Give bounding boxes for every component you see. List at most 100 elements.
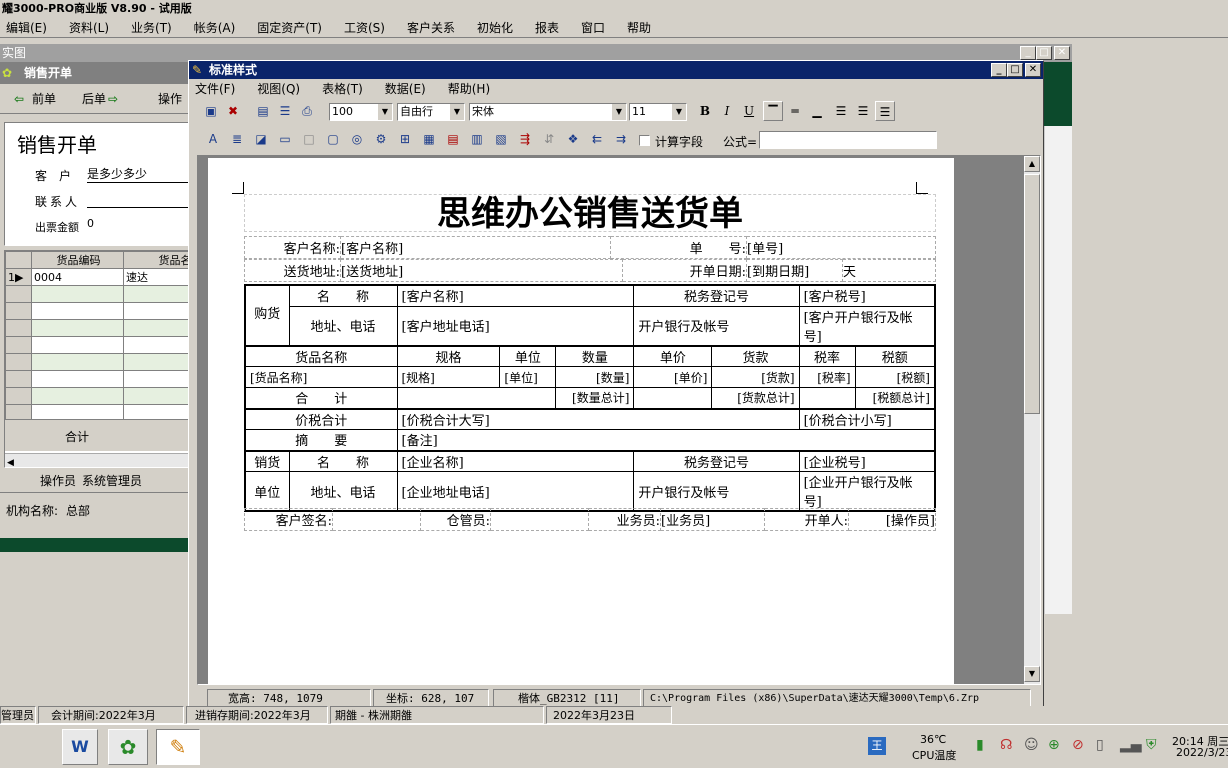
customer-sign-field[interactable] bbox=[332, 508, 421, 531]
split-icon[interactable]: ⇵ bbox=[539, 129, 559, 149]
buyer-addr-label[interactable]: 地址、电话 bbox=[288, 305, 398, 346]
taskbar-word-icon[interactable]: W bbox=[62, 729, 98, 765]
menu-init[interactable]: 初始化 bbox=[477, 21, 513, 35]
col-tax-rate[interactable]: 税率 bbox=[798, 345, 856, 367]
total-qty[interactable]: [数量总计] bbox=[555, 387, 635, 409]
doc-title[interactable]: 思维办公销售送货单 bbox=[244, 194, 936, 233]
italic-icon[interactable]: I bbox=[717, 101, 737, 121]
h-date-label[interactable]: 开单日期: bbox=[622, 259, 747, 282]
customer-sign-label[interactable]: 客户签名: bbox=[244, 508, 333, 531]
bold-icon[interactable]: B bbox=[695, 101, 715, 121]
contact-field[interactable] bbox=[87, 207, 191, 208]
tree-icon[interactable]: ⚙ bbox=[371, 129, 391, 149]
col-spec[interactable]: 规格 bbox=[396, 345, 501, 367]
buyer-addr-field[interactable]: [客户地址电话] bbox=[396, 305, 635, 346]
next-button[interactable]: 后单 bbox=[82, 84, 106, 114]
chevron-down-icon[interactable]: ▼ bbox=[450, 104, 464, 120]
label-icon[interactable]: ≣ bbox=[227, 129, 247, 149]
h-customer-field[interactable]: [客户名称] bbox=[340, 236, 611, 259]
tray-users-icon[interactable]: ☺ bbox=[1024, 737, 1039, 753]
h-days-label[interactable]: 天 bbox=[842, 259, 936, 282]
field-icon[interactable]: ▭ bbox=[275, 129, 295, 149]
chevron-down-icon[interactable]: ▼ bbox=[612, 104, 626, 120]
seller-addr-field[interactable]: [企业地址电话] bbox=[396, 471, 635, 512]
tray-update-icon[interactable]: ⊕ bbox=[1048, 737, 1060, 753]
row-icon[interactable]: ▤ bbox=[443, 129, 463, 149]
tax-total-small[interactable]: [价税合计小写] bbox=[798, 408, 936, 430]
seller-name-field[interactable]: [企业名称] bbox=[396, 450, 635, 472]
image-icon[interactable]: ◎ bbox=[347, 129, 367, 149]
f-qty[interactable]: [数量] bbox=[555, 366, 635, 388]
f-price[interactable]: [单价] bbox=[633, 366, 713, 388]
table-icon[interactable]: ▦ bbox=[419, 129, 439, 149]
grid-icon[interactable]: ⊞ bbox=[395, 129, 415, 149]
f-goods-name[interactable]: [货品名称] bbox=[244, 366, 398, 388]
customer-field[interactable]: 是多少多少 bbox=[87, 165, 191, 183]
align-middle-icon[interactable]: ═ bbox=[785, 101, 805, 121]
line-icon[interactable]: ◪ bbox=[251, 129, 271, 149]
delete-icon[interactable]: ✖ bbox=[223, 101, 243, 121]
warehouse-field[interactable] bbox=[490, 508, 589, 531]
buyer-bank-field[interactable]: [客户开户银行及帐号] bbox=[798, 305, 936, 346]
bg-min-button[interactable]: _ bbox=[1020, 46, 1036, 60]
align-right-icon[interactable]: ☰ bbox=[875, 101, 895, 121]
buyer-tax-label[interactable]: 税务登记号 bbox=[633, 284, 800, 307]
tax-total-big[interactable]: [价税合计大写] bbox=[396, 408, 800, 430]
col-price[interactable]: 单价 bbox=[633, 345, 713, 367]
link-icon[interactable]: ⇇ bbox=[587, 129, 607, 149]
tray-sync-icon[interactable]: ☊ bbox=[1000, 737, 1012, 753]
dmenu-table[interactable]: 表格(T) bbox=[322, 82, 363, 96]
total-amount[interactable]: [货款总计] bbox=[711, 387, 800, 409]
font-select[interactable]: 宋体 ▼ bbox=[469, 103, 627, 121]
f-tax-rate[interactable]: [税率] bbox=[798, 366, 856, 388]
prev-button[interactable]: 前单 bbox=[32, 84, 56, 114]
line-mode-select[interactable]: 自由行 ▼ bbox=[397, 103, 465, 121]
menu-business[interactable]: 业务(T) bbox=[131, 21, 172, 35]
move-icon[interactable]: ⇉ bbox=[611, 129, 631, 149]
tax-total-label[interactable]: 价税合计 bbox=[244, 408, 398, 430]
tray-mute-icon[interactable]: ⊘ bbox=[1072, 737, 1084, 753]
salesman-field[interactable]: [业务员] bbox=[660, 508, 765, 531]
f-amount[interactable]: [货款] bbox=[711, 366, 800, 388]
buyer-bank-label[interactable]: 开户银行及帐号 bbox=[633, 305, 800, 346]
seller-addr-label[interactable]: 地址、电话 bbox=[288, 471, 398, 512]
scroll-thumb[interactable] bbox=[1024, 174, 1040, 414]
summary-label[interactable]: 摘 要 bbox=[244, 429, 398, 451]
seller-name-label[interactable]: 名 称 bbox=[288, 450, 398, 472]
column-icon[interactable]: ▥ bbox=[467, 129, 487, 149]
salesman-label[interactable]: 业务员: bbox=[588, 508, 661, 531]
menu-payroll[interactable]: 工资(S) bbox=[344, 21, 385, 35]
save-icon[interactable]: ▣ bbox=[201, 101, 221, 121]
dmenu-data[interactable]: 数据(E) bbox=[385, 82, 426, 96]
print-icon[interactable]: ⎙ bbox=[297, 101, 317, 121]
h-number-field[interactable]: [单号] bbox=[746, 236, 936, 259]
h-customer-label[interactable]: 客户名称: bbox=[244, 236, 341, 259]
menu-data[interactable]: 资料(L) bbox=[69, 21, 109, 35]
f-unit[interactable]: [单位] bbox=[499, 366, 557, 388]
align-center-icon[interactable]: ☰ bbox=[853, 101, 873, 121]
taskbar-app-icon[interactable]: ✿ bbox=[108, 729, 148, 765]
dmenu-help[interactable]: 帮助(H) bbox=[448, 82, 490, 96]
align-bottom-icon[interactable]: ▁ bbox=[807, 101, 827, 121]
issuer-field[interactable]: [操作员] bbox=[848, 508, 936, 531]
setup-icon[interactable]: ☰ bbox=[275, 101, 295, 121]
tray-signal-icon[interactable]: ▂▄ bbox=[1120, 737, 1142, 753]
h-address-field[interactable]: [送货地址] bbox=[340, 259, 623, 282]
menu-fixed-assets[interactable]: 固定资产(T) bbox=[257, 21, 322, 35]
designer-close-button[interactable]: ✕ bbox=[1025, 63, 1041, 77]
bg-close-button[interactable]: ✕ bbox=[1054, 46, 1070, 60]
formula-input[interactable] bbox=[759, 131, 937, 149]
align-top-icon[interactable]: ▔ bbox=[763, 101, 783, 121]
f-tax[interactable]: [税额] bbox=[854, 366, 936, 388]
menu-crm[interactable]: 客户关系 bbox=[407, 21, 455, 35]
ops-button[interactable]: 操作 bbox=[158, 84, 182, 114]
buyer-tax-field[interactable]: [客户税号] bbox=[798, 284, 936, 307]
scroll-down-icon[interactable]: ▼ bbox=[1024, 666, 1040, 682]
text-icon[interactable]: A bbox=[203, 129, 223, 149]
col-unit[interactable]: 单位 bbox=[499, 345, 557, 367]
warehouse-label[interactable]: 仓管员: bbox=[420, 508, 491, 531]
f-spec[interactable]: [规格] bbox=[396, 366, 501, 388]
grid-cell-code[interactable]: 0004 bbox=[31, 268, 124, 286]
designer-min-button[interactable]: _ bbox=[991, 63, 1007, 77]
canvas-vscroll[interactable]: ▲ ▼ bbox=[1024, 156, 1040, 684]
